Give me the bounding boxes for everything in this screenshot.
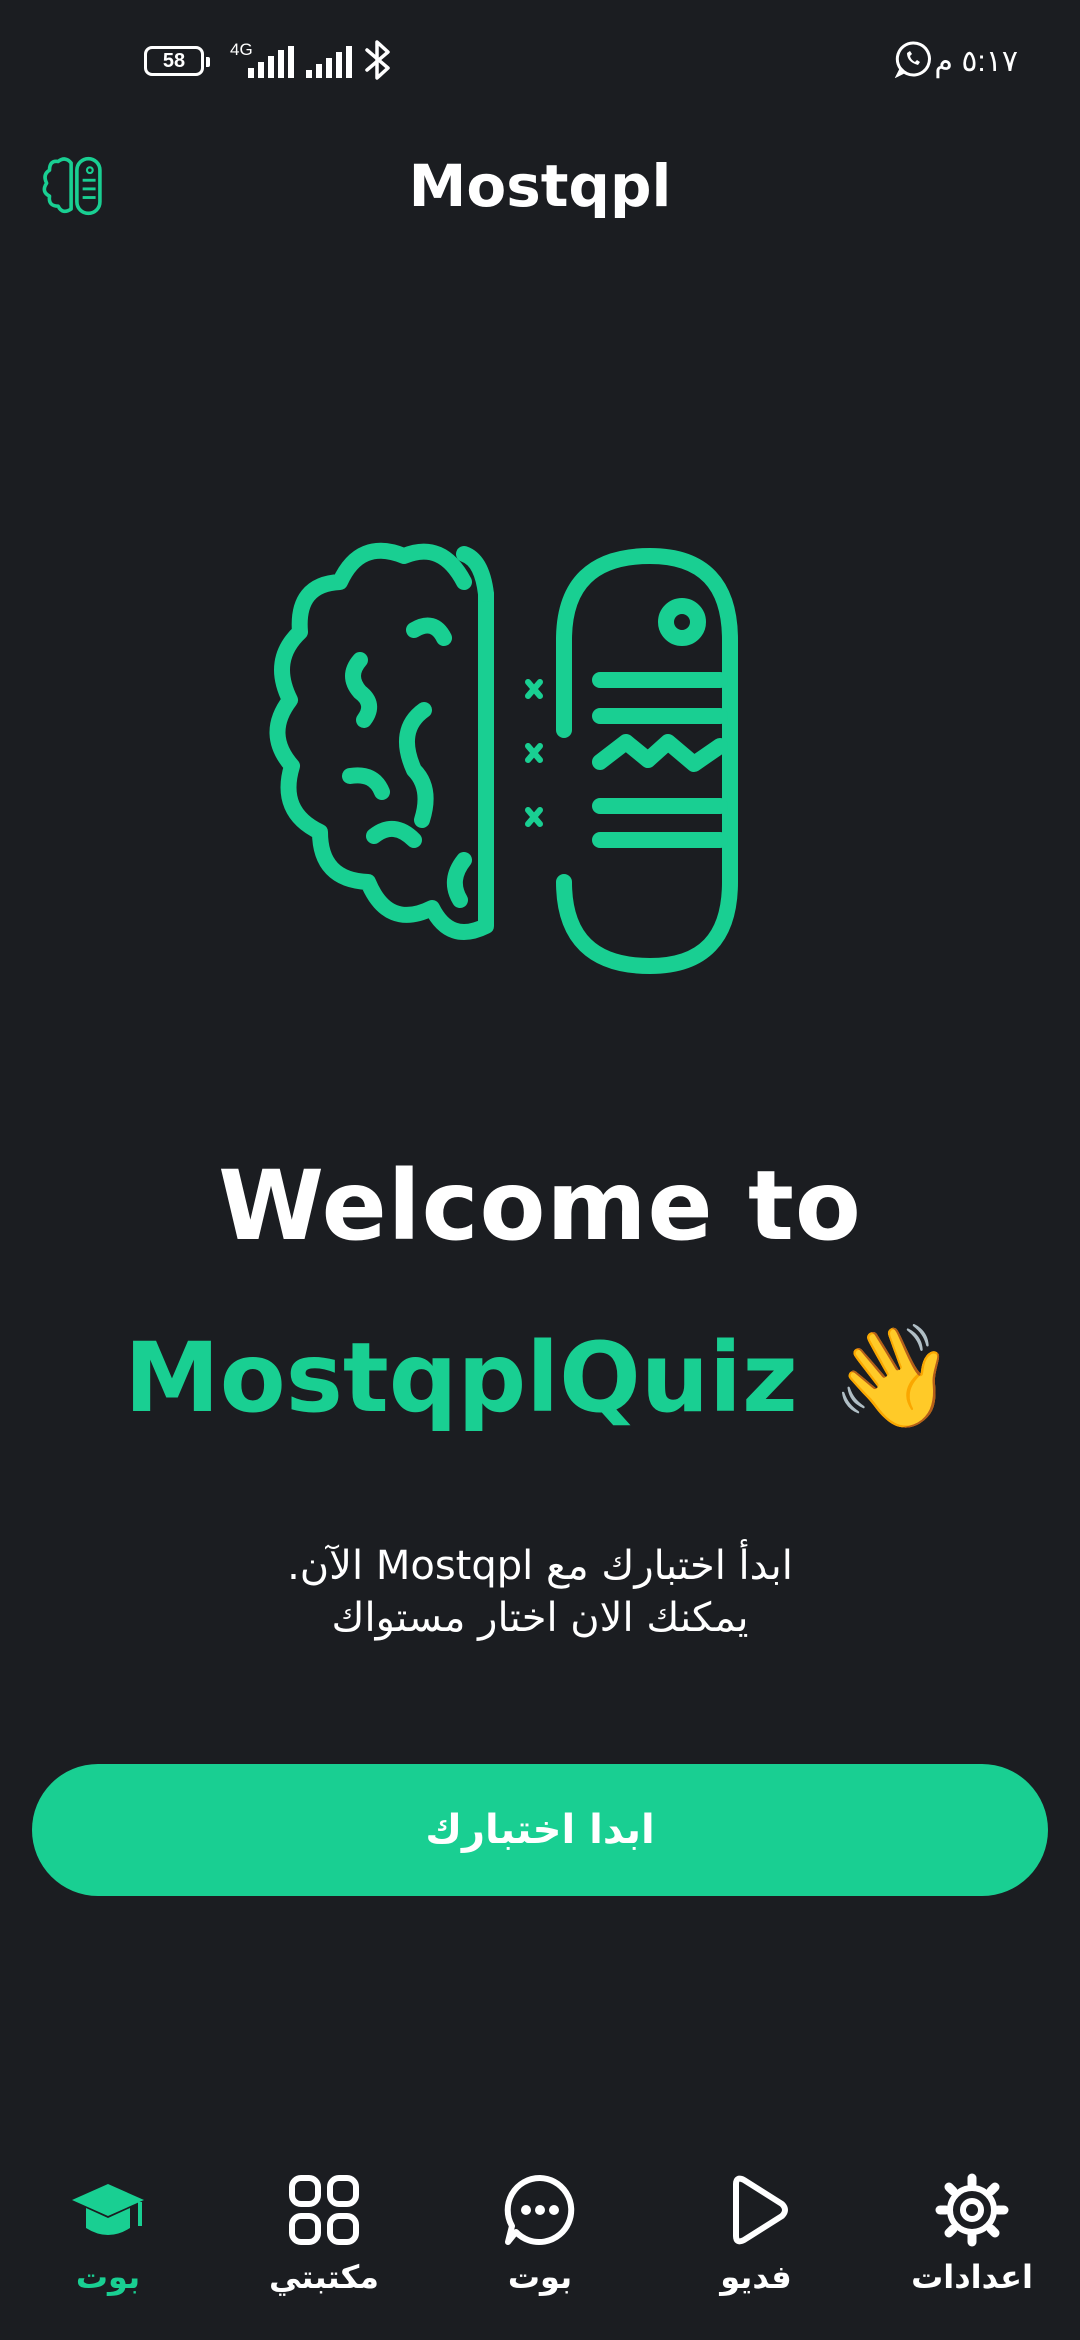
- nav-item-bot-chat[interactable]: بوت: [445, 2170, 635, 2296]
- play-icon: [733, 2175, 788, 2245]
- gear-icon: [935, 2173, 1009, 2247]
- welcome-brand-heading: MostqplQuiz 👋: [0, 1318, 1080, 1436]
- nav-item-settings[interactable]: اعدادات: [877, 2170, 1067, 2296]
- description-line-1: ابدأ اختبارك مع Mostqpl الآن.: [287, 1543, 793, 1589]
- nav-label: بوت: [507, 2258, 573, 2296]
- app-header: Mostqpl: [0, 140, 1080, 240]
- battery-indicator: 58: [144, 46, 210, 76]
- nav-label: بوت: [75, 2258, 141, 2296]
- nav-item-bot-home[interactable]: بوت: [13, 2170, 203, 2296]
- waving-hand-icon: 👋: [831, 1318, 956, 1435]
- welcome-description: ابدأ اختبارك مع Mostqpl الآن. يمكنك الان…: [140, 1540, 940, 1644]
- graduation-cap-icon: [72, 2184, 144, 2235]
- signal-strength-icon: [248, 46, 300, 78]
- chat-dots-icon: [504, 2174, 575, 2245]
- clock: ٥:١٧ م: [934, 45, 1018, 78]
- bluetooth-icon: [365, 40, 390, 80]
- start-quiz-button[interactable]: ابدا اختبارك: [32, 1764, 1048, 1896]
- nav-label: اعدادات: [911, 2258, 1033, 2296]
- bottom-navigation: بوت مكتبتي بوت فديو اعدادات: [0, 2170, 1080, 2340]
- whatsapp-icon: [894, 41, 931, 78]
- welcome-heading: Welcome to: [218, 1150, 862, 1262]
- brain-quiz-logo-icon: [269, 542, 738, 974]
- nav-label: مكتبتي: [269, 2258, 379, 2296]
- app-title: Mostqpl: [408, 152, 672, 220]
- grid-icon: [289, 2175, 359, 2245]
- signal-strength-icon-2: [306, 46, 358, 78]
- brand-name: MostqplQuiz: [124, 1322, 798, 1434]
- status-bar: 58 4G ٥:١٧ م: [0, 0, 1080, 124]
- nav-item-video[interactable]: فديو: [661, 2170, 851, 2296]
- nav-item-my-library[interactable]: مكتبتي: [229, 2170, 419, 2296]
- nav-label: فديو: [720, 2258, 792, 2296]
- description-line-2: يمكنك الان اختار مستواك: [331, 1595, 749, 1641]
